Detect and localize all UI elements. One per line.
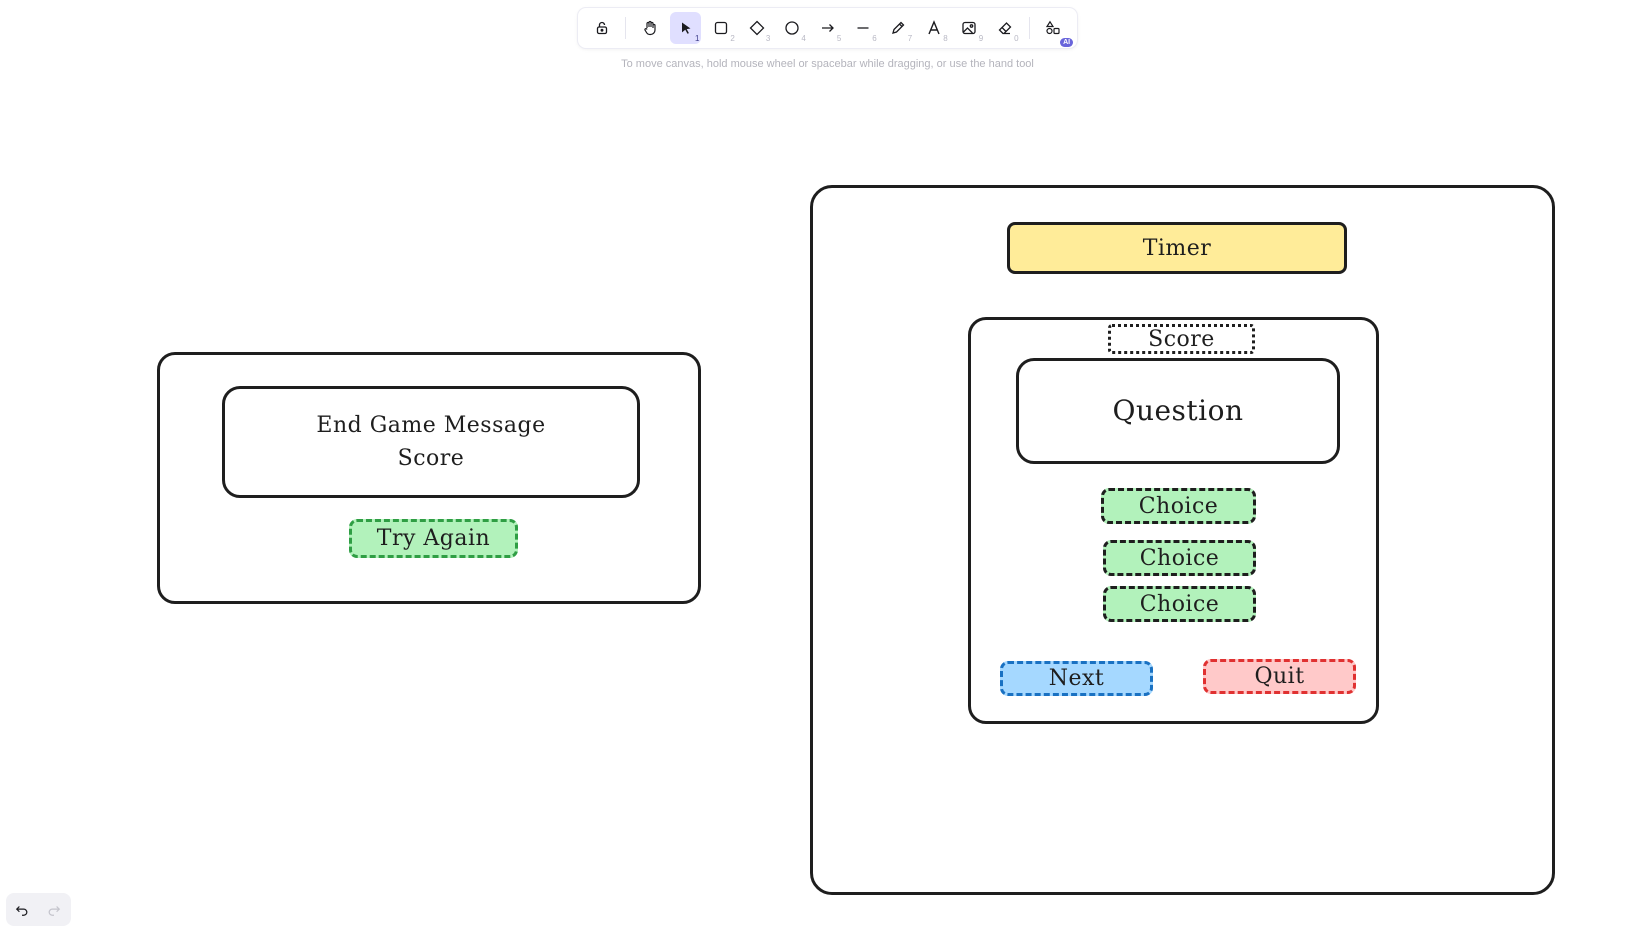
choice-label: Choice <box>1138 493 1219 519</box>
redo-button[interactable] <box>38 893 70 926</box>
choice-button[interactable]: Choice <box>1103 586 1256 622</box>
timer-bar[interactable]: Timer <box>1007 222 1347 274</box>
shapes-icon <box>1046 20 1060 35</box>
try-again-button[interactable]: Try Again <box>349 519 518 558</box>
diamond-icon <box>749 20 765 36</box>
hand-icon[interactable] <box>634 12 665 44</box>
undo-redo-group <box>6 893 71 926</box>
undo-button[interactable] <box>6 893 38 926</box>
score-box[interactable]: Score <box>1108 324 1255 354</box>
ellipse-tool[interactable]: 4 <box>776 12 807 44</box>
lock-icon[interactable] <box>586 12 617 44</box>
question-box[interactable]: Question <box>1016 358 1340 464</box>
shortcut-key: 0 <box>1014 34 1019 43</box>
shortcut-key: 2 <box>730 34 735 43</box>
rectangle-icon <box>714 21 728 35</box>
draw-tool[interactable]: 7 <box>883 12 914 44</box>
selection-tool[interactable]: 1 <box>669 12 702 44</box>
more-tools-button[interactable]: AI <box>1038 12 1074 47</box>
try-again-label: Try Again <box>376 526 491 551</box>
quit-button[interactable]: Quit <box>1203 659 1356 694</box>
choice-label: Choice <box>1139 545 1220 571</box>
main-toolbar: 1 2 3 4 5 6 7 8 9 0 AI <box>578 8 1077 48</box>
shortcut-key: 4 <box>801 34 806 43</box>
score-label: Score <box>1148 326 1215 352</box>
eraser-icon <box>998 22 1012 35</box>
diamond-tool[interactable]: 3 <box>741 12 772 44</box>
choice-button[interactable]: Choice <box>1101 488 1256 524</box>
shortcut-key: 6 <box>872 34 877 43</box>
choice-label: Choice <box>1139 591 1220 617</box>
shortcut-key: 1 <box>694 34 700 43</box>
arrow-tool[interactable]: 5 <box>812 12 843 44</box>
next-label: Next <box>1048 666 1105 691</box>
shortcut-key: 9 <box>978 34 984 43</box>
next-button[interactable]: Next <box>1000 661 1153 696</box>
toolbar-divider <box>1028 17 1030 39</box>
toolbar-divider <box>625 17 627 39</box>
ai-badge: AI <box>1060 38 1074 47</box>
choice-button[interactable]: Choice <box>1103 540 1256 576</box>
line-icon <box>857 27 869 29</box>
shortcut-key: 3 <box>765 34 771 43</box>
question-label: Question <box>1112 394 1244 427</box>
end-game-message: End Game Message <box>316 413 546 438</box>
pencil-icon <box>892 21 905 34</box>
end-message-box[interactable]: End Game Message Score <box>222 386 640 498</box>
redo-icon <box>48 905 61 916</box>
text-icon <box>928 20 940 35</box>
line-tool[interactable]: 6 <box>847 12 878 44</box>
cursor-icon <box>681 22 691 34</box>
canvas-hint: To move canvas, hold mouse wheel or spac… <box>621 58 1034 70</box>
eraser-tool[interactable]: 0 <box>989 12 1020 44</box>
undo-icon <box>15 905 28 916</box>
timer-label: Timer <box>1142 235 1212 261</box>
image-tool[interactable]: 9 <box>954 12 985 44</box>
ellipse-icon <box>785 21 799 35</box>
end-score-text: Score <box>397 446 465 471</box>
text-tool[interactable]: 8 <box>918 12 949 44</box>
shortcut-key: 5 <box>836 34 842 43</box>
rectangle-tool[interactable]: 2 <box>705 12 736 44</box>
image-icon <box>962 21 977 35</box>
shortcut-key: 8 <box>943 34 948 43</box>
arrow-icon <box>821 24 834 32</box>
shortcut-key: 7 <box>907 34 913 43</box>
quit-label: Quit <box>1254 664 1305 689</box>
